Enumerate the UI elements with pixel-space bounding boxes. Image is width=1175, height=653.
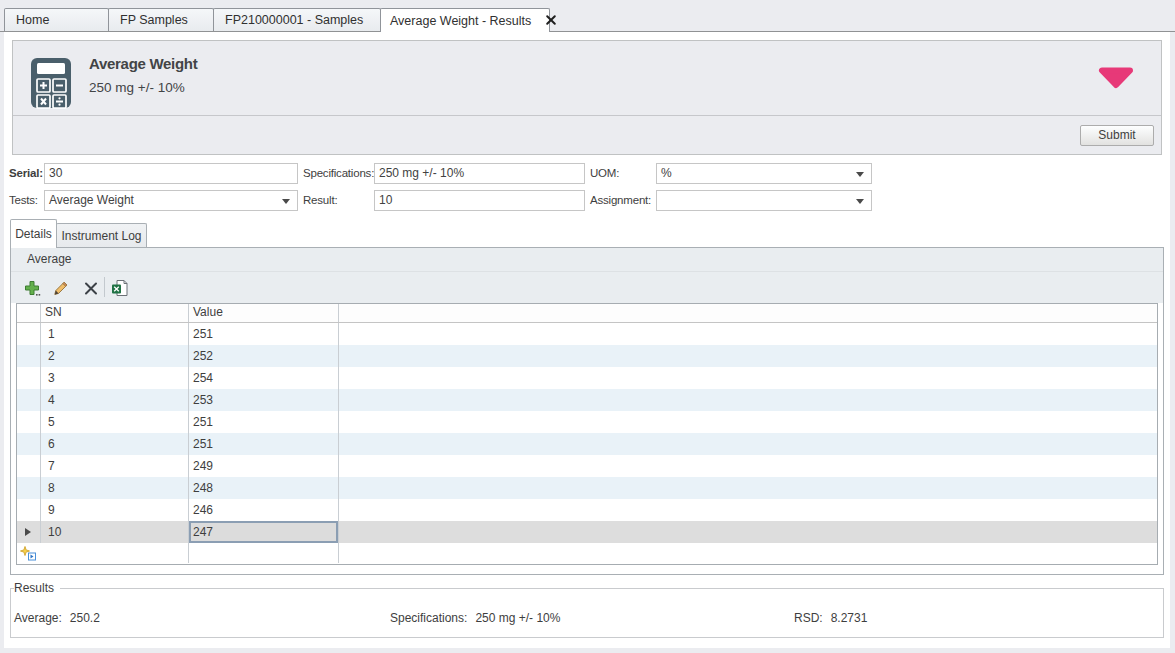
assignment-label: Assignment: — [590, 190, 651, 211]
grid-row-10[interactable]: 10 247 — [17, 521, 1157, 543]
results-average: Average: 250.2 — [14, 611, 100, 625]
tab-instrument-log[interactable]: Instrument Log — [56, 223, 147, 247]
average-label: Average: — [14, 611, 62, 625]
results-caption: Results — [14, 582, 60, 595]
result-label: Result: — [303, 190, 337, 211]
results-border — [10, 588, 1164, 638]
grid-row-1[interactable]: 1251 — [17, 323, 1157, 345]
current-row-indicator — [25, 528, 31, 536]
tab-home-label: Home — [16, 13, 49, 27]
grid-row-9[interactable]: 9246 — [17, 499, 1157, 521]
rsd-label: RSD: — [794, 611, 823, 625]
tab-details-label: Details — [15, 227, 52, 241]
grid-row-8[interactable]: 8248 — [17, 477, 1157, 499]
page-title: Average Weight — [89, 55, 197, 72]
header-panel: Average Weight 250 mg +/- 10% Submit — [12, 40, 1162, 155]
delete-row-button[interactable] — [82, 279, 100, 297]
tab-home[interactable]: Home — [4, 8, 109, 31]
tabbar-underline — [0, 31, 1175, 32]
result-input[interactable]: 10 — [374, 190, 585, 211]
grid-header-row: SN Value — [17, 304, 1157, 323]
results-section: Results Average: 250.2 Specifications: 250… — [10, 582, 1164, 638]
grid-toolbar — [11, 272, 1163, 303]
submit-button[interactable]: Submit — [1080, 125, 1154, 146]
results-rsd: RSD: 8.2731 — [794, 611, 867, 625]
tab-fp-samples-label: FP Samples — [120, 13, 188, 27]
edit-row-button[interactable] — [52, 279, 70, 297]
average-value: 250.2 — [70, 611, 100, 625]
results-specifications: Specifications: 250 mg +/- 10% — [390, 611, 560, 625]
tab-fp-samples[interactable]: FP Samples — [108, 8, 214, 31]
toolbar-separator — [104, 277, 105, 297]
uom-select[interactable]: % — [656, 163, 872, 184]
grid-row-4[interactable]: 4253 — [17, 389, 1157, 411]
page-subtitle: 250 mg +/- 10% — [89, 80, 185, 95]
specifications-label: Specifications: — [303, 163, 374, 184]
grid-header-sn[interactable]: SN — [41, 304, 189, 322]
tests-label: Tests: — [9, 190, 38, 211]
grid-header-filler — [339, 304, 1157, 322]
tab-average-weight-results-label: Average Weight - Results — [390, 14, 531, 28]
grid-header-value[interactable]: Value — [189, 304, 339, 322]
tab-fp210000001-samples[interactable]: FP210000001 - Samples — [213, 8, 381, 31]
group-caption-bar: Average — [11, 248, 1163, 272]
group-caption: Average — [27, 252, 71, 266]
assignment-select[interactable] — [656, 190, 872, 211]
results-specifications-label: Specifications: — [390, 611, 467, 625]
status-flag-icon — [1096, 66, 1136, 93]
grid-row-2[interactable]: 2252 — [17, 345, 1157, 367]
export-excel-button[interactable] — [111, 279, 129, 297]
grid-row-7[interactable]: 7249 — [17, 455, 1157, 477]
average-grid: SN Value 1251 2252 3254 4253 5251 6251 7… — [16, 303, 1158, 565]
tab-instrument-log-label: Instrument Log — [61, 229, 141, 243]
new-row-icon — [20, 546, 36, 563]
results-specifications-value: 250 mg +/- 10% — [475, 611, 560, 625]
serial-input[interactable]: 30 — [44, 163, 298, 184]
specifications-input[interactable]: 250 mg +/- 10% — [374, 163, 585, 184]
rsd-value: 8.2731 — [831, 611, 868, 625]
serial-label: Serial: — [9, 163, 43, 184]
uom-label: UOM: — [590, 163, 619, 184]
grid-header-indicator — [17, 304, 41, 322]
grid-row-3[interactable]: 3254 — [17, 367, 1157, 389]
tab-close-icon[interactable] — [545, 14, 557, 29]
tab-fp210000001-samples-label: FP210000001 - Samples — [225, 13, 363, 27]
focused-cell[interactable]: 247 — [189, 521, 339, 543]
add-row-button[interactable] — [23, 279, 41, 297]
grid-new-row[interactable] — [17, 543, 1157, 563]
calculator-icon — [30, 57, 72, 112]
tab-details[interactable]: Details — [10, 219, 57, 248]
details-panel: Average — [10, 247, 1164, 575]
tab-average-weight-results[interactable]: Average Weight - Results — [380, 8, 550, 32]
grid-row-5[interactable]: 5251 — [17, 411, 1157, 433]
tests-select[interactable]: Average Weight — [44, 190, 298, 211]
header-separator — [13, 115, 1161, 116]
grid-row-6[interactable]: 6251 — [17, 433, 1157, 455]
